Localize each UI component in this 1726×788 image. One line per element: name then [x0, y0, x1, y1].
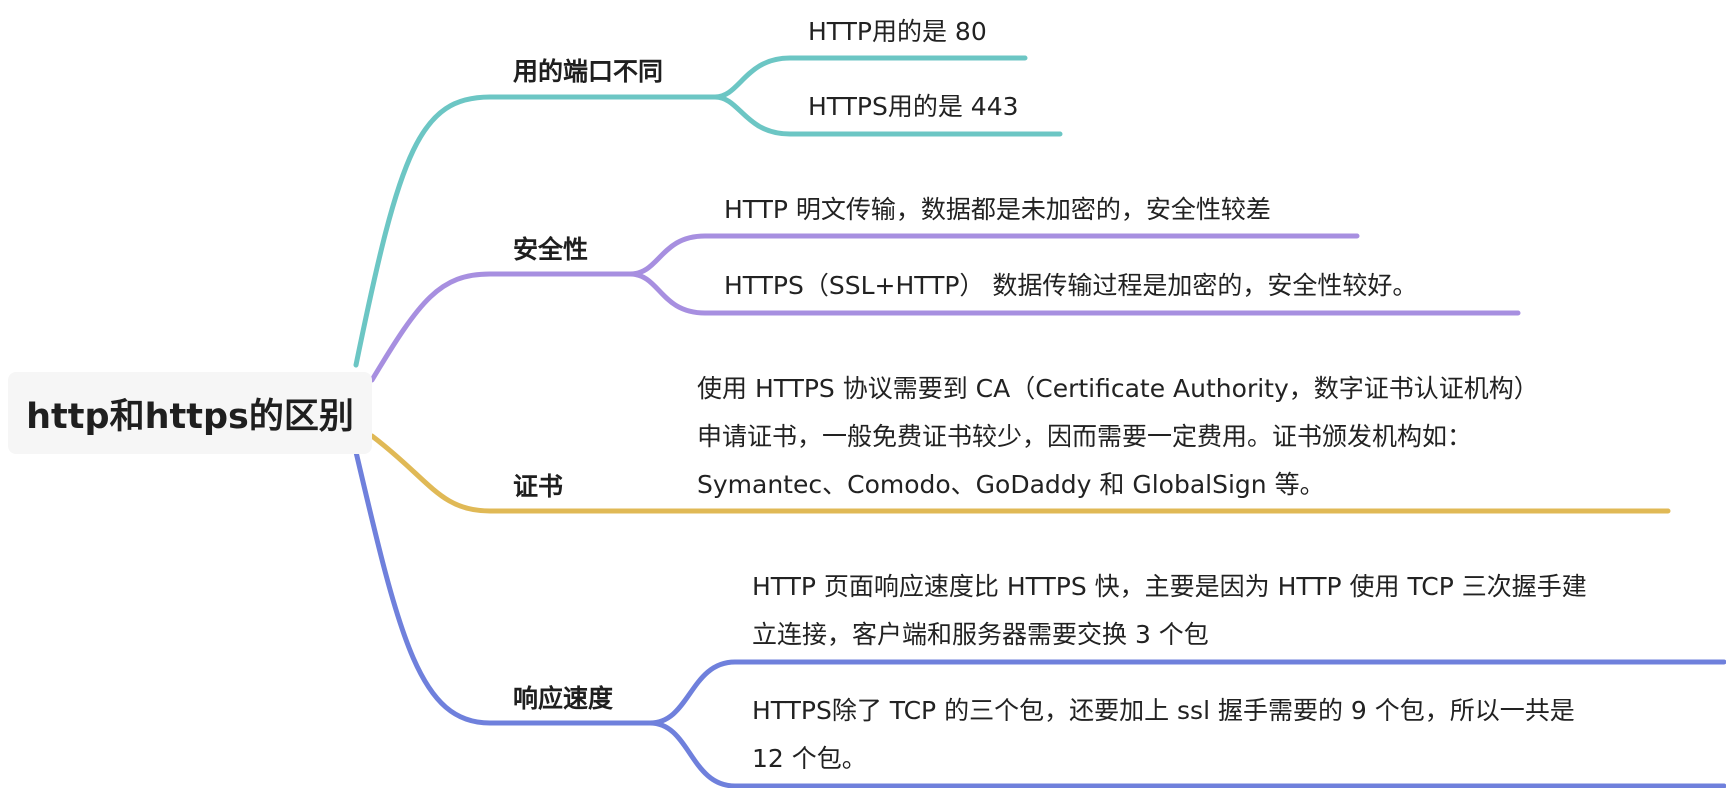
branch-label-ports[interactable]: 用的端口不同	[513, 52, 663, 88]
leaf-http-security[interactable]: HTTP 明文传输，数据都是未加密的，安全性较差	[724, 186, 1271, 234]
leaf-https-speed-line-1: HTTPS除了 TCP 的三个包，还要加上 ssl 握手需要的 9 个包，所以一…	[752, 696, 1575, 725]
leaf-http-port[interactable]: HTTP用的是 80	[808, 8, 987, 56]
root-node[interactable]: http和https的区别	[8, 372, 372, 454]
leaf-certificate-line-1: 使用 HTTPS 协议需要到 CA（Certificate Authority，…	[697, 374, 1539, 403]
leaf-certificate[interactable]: 使用 HTTPS 协议需要到 CA（Certificate Authority，…	[697, 365, 1539, 509]
leaf-http-speed-line-1: HTTP 页面响应速度比 HTTPS 快，主要是因为 HTTP 使用 TCP 三…	[752, 572, 1587, 601]
leaf-https-speed-line-2: 12 个包。	[752, 744, 867, 773]
leaf-http-speed-line-2: 立连接，客户端和服务器需要交换 3 个包	[752, 620, 1209, 649]
branch-label-speed[interactable]: 响应速度	[513, 679, 613, 715]
leaf-https-security[interactable]: HTTPS（SSL+HTTP） 数据传输过程是加密的，安全性较好。	[724, 262, 1417, 310]
branch-label-security[interactable]: 安全性	[513, 230, 588, 266]
leaf-https-speed[interactable]: HTTPS除了 TCP 的三个包，还要加上 ssl 握手需要的 9 个包，所以一…	[752, 687, 1575, 783]
leaf-http-speed[interactable]: HTTP 页面响应速度比 HTTPS 快，主要是因为 HTTP 使用 TCP 三…	[752, 563, 1587, 659]
branch-label-certificate[interactable]: 证书	[513, 467, 563, 503]
leaf-https-port[interactable]: HTTPS用的是 443	[808, 83, 1019, 131]
leaf-certificate-line-3: Symantec、Comodo、GoDaddy 和 GlobalSign 等。	[697, 470, 1325, 499]
leaf-certificate-line-2: 申请证书，一般免费证书较少，因而需要一定费用。证书颁发机构如：	[697, 422, 1473, 451]
root-node-label: http和https的区别	[26, 396, 354, 437]
